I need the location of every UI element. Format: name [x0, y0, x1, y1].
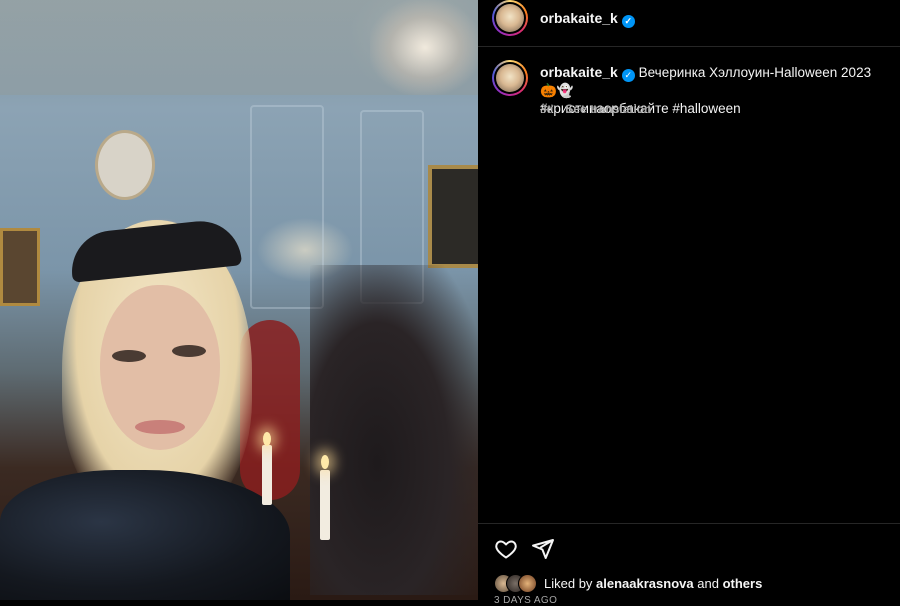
painting-frame	[428, 165, 478, 268]
header-avatar[interactable]	[492, 0, 528, 36]
header-username[interactable]: orbakaite_k ✓	[540, 10, 635, 28]
see-translation-link[interactable]: See translation	[565, 102, 651, 116]
liked-by-prefix: Liked by	[544, 576, 593, 591]
avatar-image	[496, 4, 524, 32]
caption-username[interactable]: orbakaite_k	[540, 64, 618, 80]
left-eye	[112, 350, 146, 362]
caption-avatar[interactable]	[492, 60, 528, 96]
divider	[478, 523, 900, 524]
candle	[262, 445, 272, 505]
time-ago[interactable]: 3d	[540, 102, 553, 116]
liked-by-user-link[interactable]: alenaakrasnova	[596, 576, 694, 591]
header-username-text[interactable]: orbakaite_k	[540, 10, 618, 26]
background-guests	[310, 265, 478, 595]
candle-flame	[263, 432, 271, 446]
liked-by-and: and	[697, 576, 719, 591]
paper-plane-icon[interactable]	[531, 537, 555, 561]
painting-frame	[0, 228, 40, 306]
liker-avatar	[518, 574, 537, 593]
sequin-top	[0, 470, 290, 600]
avatar-image	[496, 64, 524, 92]
heart-icon[interactable]	[494, 537, 518, 561]
candle-flame	[321, 455, 329, 469]
post-photo[interactable]	[0, 0, 478, 600]
post-header: orbakaite_k ✓	[478, 0, 900, 47]
wall-medallion	[95, 130, 155, 200]
right-eye	[172, 345, 206, 357]
candle	[320, 470, 330, 540]
liked-by-others-link[interactable]: others	[723, 576, 763, 591]
verified-badge-icon: ✓	[621, 69, 635, 82]
post-sidebar: orbakaite_k ✓ orbakaite_k ✓ Вечеринка Хэлл…	[478, 0, 900, 606]
liked-by-avatars[interactable]	[494, 574, 540, 593]
caption-meta: 3d See translation	[540, 102, 651, 116]
lips	[135, 420, 185, 434]
post-date: 3 DAYS AGO	[494, 595, 558, 606]
chandelier	[370, 0, 478, 95]
liked-by-text: Liked by alenaakrasnova and others	[544, 576, 762, 591]
verified-badge-icon: ✓	[621, 15, 635, 28]
